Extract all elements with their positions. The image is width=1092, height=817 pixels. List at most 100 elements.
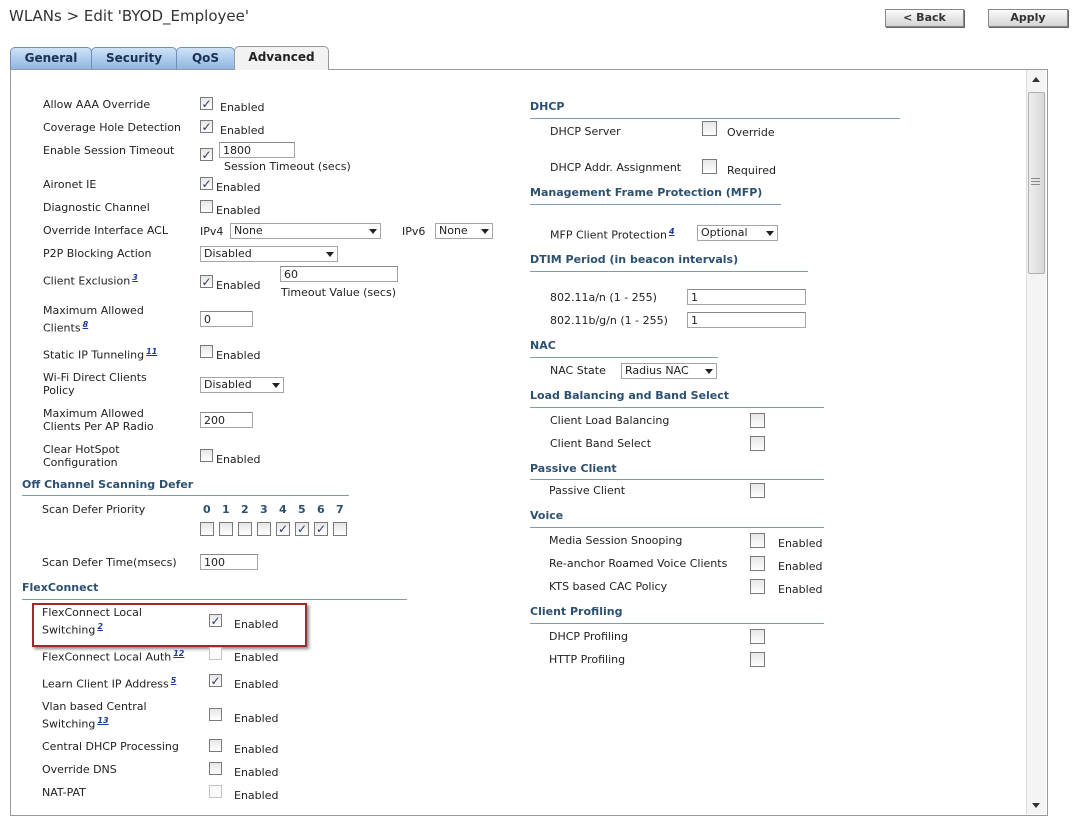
grip-line-icon <box>1031 184 1040 185</box>
scroll-up-icon[interactable] <box>1032 77 1040 82</box>
section-divider <box>22 599 407 600</box>
footnote-link[interactable]: 11 <box>146 347 157 356</box>
checkbox-session-timeout[interactable] <box>200 148 213 161</box>
checkbox-allow-aaa-override[interactable] <box>200 97 213 110</box>
enabled-label: Enabled <box>234 789 279 802</box>
enabled-label: Enabled <box>216 453 261 466</box>
checkbox-aironet-ie[interactable] <box>200 177 213 190</box>
apply-button[interactable]: Apply <box>988 9 1068 27</box>
section-passive-client: Passive Client <box>530 462 617 475</box>
section-divider <box>530 527 824 528</box>
checkbox-priority-1[interactable] <box>219 522 233 536</box>
checkbox-priority-4[interactable] <box>276 522 290 536</box>
nac-state-select[interactable]: Radius NAC <box>621 363 717 379</box>
footnote-link[interactable]: 13 <box>97 716 108 725</box>
label-diagnostic-channel: Diagnostic Channel <box>43 201 150 214</box>
checkbox-media-snooping[interactable] <box>750 533 765 548</box>
checkbox-priority-7[interactable] <box>333 522 347 536</box>
checkbox-client-lb[interactable] <box>750 413 765 428</box>
exclusion-timeout-caption: Timeout Value (secs) <box>281 286 396 299</box>
footnote-link[interactable]: 5 <box>171 676 177 685</box>
back-button[interactable]: < Back <box>885 9 964 27</box>
checkbox-priority-3[interactable] <box>257 522 271 536</box>
wifi-direct-select[interactable]: Disabled <box>200 377 284 393</box>
ipv6-acl-select[interactable]: None <box>435 223 493 239</box>
checkbox-dhcp-server-override[interactable] <box>702 121 717 136</box>
section-divider <box>530 407 824 408</box>
checkbox-band-select[interactable] <box>750 436 765 451</box>
scroll-down-icon[interactable] <box>1032 803 1040 808</box>
label-vlan-central-2: Switching 13 <box>42 716 109 731</box>
dtim-bgn-input[interactable]: 1 <box>687 312 806 328</box>
label-max-ap: Maximum Allowed <box>43 407 144 420</box>
section-off-channel: Off Channel Scanning Defer <box>22 478 194 491</box>
tab-advanced[interactable]: Advanced <box>234 46 329 70</box>
p2p-blocking-select[interactable]: Disabled <box>200 246 338 262</box>
mfp-client-select[interactable]: Optional <box>697 225 778 241</box>
tab-qos[interactable]: QoS <box>176 47 235 69</box>
enabled-label: Enabled <box>216 181 261 194</box>
checkbox-hotspot[interactable] <box>200 449 213 462</box>
label-client-exclusion: Client Exclusion 3 <box>43 273 138 288</box>
footnote-link[interactable]: 2 <box>97 622 103 631</box>
checkbox-dhcp-required[interactable] <box>702 159 717 174</box>
checkbox-priority-6[interactable] <box>314 522 328 536</box>
session-timeout-input[interactable]: 1800 <box>219 142 295 158</box>
checkbox-passive-client[interactable] <box>750 483 765 498</box>
label-hotspot-2: Configuration <box>43 456 118 469</box>
max-clients-input[interactable]: 0 <box>200 311 253 327</box>
label-flex-local-auth: FlexConnect Local Auth 12 <box>42 649 184 664</box>
tab-security[interactable]: Security <box>91 47 177 69</box>
checkbox-priority-2[interactable] <box>238 522 252 536</box>
checkbox-kts-cac[interactable] <box>750 579 765 594</box>
checkbox-priority-5[interactable] <box>295 522 309 536</box>
checkbox-nat-pat[interactable] <box>209 785 222 798</box>
enabled-label: Enabled <box>778 583 823 596</box>
footnote-link[interactable]: 3 <box>132 273 138 282</box>
priority-2: 2 <box>241 503 249 516</box>
checkbox-vlan-central[interactable] <box>209 708 222 721</box>
checkbox-dhcp-profiling[interactable] <box>750 629 765 644</box>
exclusion-timeout-input[interactable]: 60 <box>280 266 398 282</box>
label-central-dhcp: Central DHCP Processing <box>42 740 179 753</box>
scan-defer-time-input[interactable]: 100 <box>200 554 258 570</box>
label-max-ap-2: Clients Per AP Radio <box>43 420 154 433</box>
checkbox-diagnostic-channel[interactable] <box>200 200 213 213</box>
max-ap-input[interactable]: 200 <box>200 412 253 428</box>
priority-5: 5 <box>298 503 306 516</box>
checkbox-priority-0[interactable] <box>200 522 214 536</box>
checkbox-override-dns[interactable] <box>209 762 222 775</box>
checkbox-learn-client-ip[interactable] <box>209 674 222 687</box>
label-client-lb: Client Load Balancing <box>550 414 670 427</box>
checkbox-coverage-hole[interactable] <box>200 120 213 133</box>
section-divider <box>22 495 349 496</box>
mfp-client-text: MFP Client Protection <box>550 228 667 242</box>
dtim-an-input[interactable]: 1 <box>687 289 806 305</box>
checkbox-static-ip[interactable] <box>200 345 213 358</box>
tab-general[interactable]: General <box>10 47 92 69</box>
checkbox-flex-local-auth[interactable] <box>209 647 222 660</box>
priority-4: 4 <box>279 503 287 516</box>
section-divider <box>530 479 824 480</box>
grip-line-icon <box>1031 178 1040 179</box>
section-client-profiling: Client Profiling <box>530 605 623 618</box>
nac-state-value: Radius NAC <box>625 364 689 377</box>
scrollbar-thumb[interactable] <box>1028 92 1045 274</box>
footnote-link[interactable]: 8 <box>83 320 89 329</box>
label-static-ip: Static IP Tunneling 11 <box>43 347 157 362</box>
priority-7: 7 <box>336 503 344 516</box>
label-scan-defer-priority: Scan Defer Priority <box>42 503 146 516</box>
footnote-link[interactable]: 12 <box>173 649 184 658</box>
checkbox-central-dhcp[interactable] <box>209 739 222 752</box>
required-label: Required <box>727 164 776 177</box>
label-max-clients-2: Clients 8 <box>43 320 88 335</box>
ipv4-acl-select[interactable]: None <box>230 223 381 239</box>
checkbox-flex-local-switching[interactable] <box>209 614 222 627</box>
ipv4-acl-value: None <box>234 224 263 237</box>
checkbox-client-exclusion[interactable] <box>200 275 213 288</box>
checkbox-reanchor[interactable] <box>750 556 765 571</box>
chevron-down-icon <box>326 252 334 257</box>
label-hotspot: Clear HotSpot <box>43 443 120 456</box>
footnote-link[interactable]: 4 <box>669 227 675 236</box>
checkbox-http-profiling[interactable] <box>750 652 765 667</box>
